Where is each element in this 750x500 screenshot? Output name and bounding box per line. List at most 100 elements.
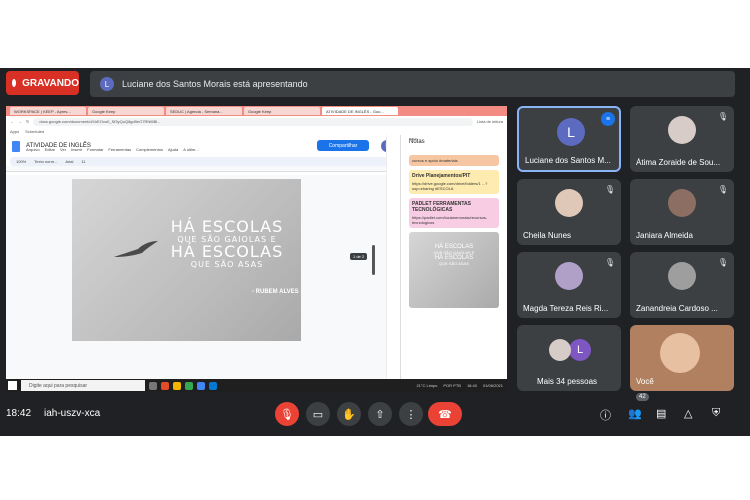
note-card[interactable]: cursos e apoio #materiais	[409, 155, 499, 166]
bookmarks-bar: Apps Scheduled	[6, 127, 507, 135]
windows-taskbar: Digite aqui para pesquisar 21°C Limpo PO…	[6, 379, 507, 392]
participant-tile[interactable]: 🎙 Átima Zoraide de Sou...	[630, 106, 734, 172]
recording-label: GRAVANDO	[22, 77, 79, 89]
back-icon[interactable]: ←	[10, 119, 14, 124]
browser-tab[interactable]: Google Keep	[244, 107, 320, 115]
avatar	[668, 189, 696, 217]
avatar	[555, 262, 583, 290]
quote-line: HÁ ESCOLAS	[170, 242, 284, 262]
presenter-avatar: L	[100, 77, 114, 91]
avatar	[549, 339, 571, 361]
quote-image: HÁ ESCOLAS QUE SÃO GAIOLAS E HÁ ESCOLAS …	[72, 179, 301, 341]
doc-toolbar: 100% Texto norm... Arial 11	[10, 157, 395, 166]
more-participants-tile[interactable]: L Mais 34 pessoas	[517, 325, 621, 391]
google-doc: ATIVIDADE DE INGLÊS Arquivo Editar Ver I…	[6, 135, 399, 379]
info-icon[interactable]: ⓘ	[600, 407, 611, 423]
menu-item[interactable]: Inserir	[71, 147, 82, 152]
participant-tile[interactable]: L ≡ Luciane dos Santos M...	[517, 106, 621, 172]
note-body: https://drive.google.com/drive/folders/1…	[412, 181, 488, 191]
mic-off-icon: 🎙	[604, 258, 615, 267]
self-tile[interactable]: Você	[630, 325, 734, 391]
participant-name: Você	[636, 377, 654, 386]
participant-name: Magda Tereza Reis Ri...	[523, 304, 609, 313]
host-controls-icon[interactable]: ⛨	[712, 407, 720, 420]
taskbar-search[interactable]: Digite aqui para pesquisar	[21, 380, 145, 391]
present-button[interactable]: ⇧	[368, 402, 392, 426]
presenting-banner: L Luciane dos Santos Morais está apresen…	[90, 71, 735, 97]
avatar	[668, 116, 696, 144]
chat-icon[interactable]: ▤	[656, 407, 666, 420]
quote-line: HÁ ESCOLAS	[170, 217, 284, 236]
browser-tab-active[interactable]: ATIVIDADE DE INGLÊS - Goo...	[322, 107, 398, 115]
raise-hand-button[interactable]: ✋	[337, 402, 361, 426]
participant-count-badge: 42	[636, 393, 649, 401]
participant-tile[interactable]: 🎙 Zanandreia Cardoso ...	[630, 252, 734, 318]
people-icon[interactable]: 👥	[628, 407, 642, 420]
tray-date: 01/06/2021	[482, 383, 503, 388]
menu-item[interactable]: Arquivo	[26, 147, 40, 152]
menu-item[interactable]: Editar	[45, 147, 55, 152]
menu-item[interactable]: Complementos	[136, 147, 163, 152]
menu-item[interactable]: Formatar	[87, 147, 103, 152]
reading-list[interactable]: Lista de leitura	[477, 119, 503, 124]
address-field[interactable]: docs.google.com/document/d/1hEOvu0_Sf3yQ…	[33, 117, 473, 126]
scrollbar[interactable]	[372, 245, 375, 275]
more-options-button[interactable]: ⋮	[399, 402, 423, 426]
participant-tile[interactable]: 🎙 Cheila Nunes	[517, 179, 621, 245]
font-select[interactable]: Arial	[65, 159, 73, 164]
avatar: L	[557, 118, 585, 146]
quote-line: QUE SÃO ASAS	[190, 259, 264, 269]
menu-item[interactable]: Ajuda	[168, 147, 178, 152]
thumb-line: QUE SÃO ASAS	[439, 260, 469, 266]
app-icon[interactable]	[161, 381, 169, 390]
keep-label: KEEP	[409, 137, 418, 141]
bookmark-apps[interactable]: Apps	[10, 129, 19, 134]
windows-start-icon[interactable]	[8, 381, 17, 390]
mic-toggle-button[interactable]: 🎙	[275, 402, 299, 426]
mic-off-icon: 🎙	[717, 258, 728, 267]
record-dot-icon	[12, 79, 17, 87]
chrome-icon[interactable]	[185, 381, 193, 390]
shared-screen: WORKSPACE | KEEP - Apres... Google Keep …	[6, 106, 507, 392]
recording-badge: GRAVANDO	[6, 71, 79, 95]
note-image-thumb[interactable]: HÁ ESCOLAS QUE SÃO GAIOLAS E HÁ ESCOLAS …	[409, 232, 499, 308]
size-select[interactable]: 11	[81, 159, 85, 164]
docs-icon[interactable]	[12, 140, 20, 152]
edge-icon[interactable]	[209, 381, 217, 390]
note-card[interactable]: PADLET FERRAMENTAS TECNOLÓGICAS https://…	[409, 198, 499, 228]
side-panel-icons	[386, 135, 399, 379]
doc-canvas[interactable]: HÁ ESCOLAS QUE SÃO GAIOLAS E HÁ ESCOLAS …	[6, 175, 386, 379]
participant-tile[interactable]: 🎙 Magda Tereza Reis Ri...	[517, 252, 621, 318]
activities-icon[interactable]: △	[684, 407, 692, 420]
style-select[interactable]: Texto norm...	[34, 159, 57, 164]
reload-icon[interactable]: ↻	[26, 119, 29, 124]
bookmark-scheduled[interactable]: Scheduled	[25, 129, 44, 134]
note-card[interactable]: Drive Planejamentos/PIT https://drive.go…	[409, 170, 499, 194]
zoom-select[interactable]: 100%	[16, 159, 26, 164]
menu-item[interactable]: A últim...	[183, 147, 198, 152]
menu-item[interactable]: Ver	[60, 147, 66, 152]
forward-icon[interactable]: →	[18, 119, 22, 124]
share-button[interactable]: Compartilhar	[317, 140, 369, 151]
top-bar: GRAVANDO L Luciane dos Santos Morais est…	[6, 71, 735, 97]
task-view-icon[interactable]	[149, 381, 157, 390]
presenting-text: Luciane dos Santos Morais está apresenta…	[122, 79, 308, 89]
camera-toggle-button[interactable]: ▭	[306, 402, 330, 426]
browser-tab[interactable]: Google Keep	[88, 107, 164, 115]
app-icon[interactable]	[197, 381, 205, 390]
participant-name: Átima Zoraide de Sou...	[636, 158, 721, 167]
participant-tile[interactable]: 🎙 Janiara Almeida	[630, 179, 734, 245]
participant-name: Zanandreia Cardoso ...	[636, 304, 718, 313]
note-title: Drive Planejamentos/PIT	[412, 173, 471, 179]
menu-item[interactable]: Ferramentas	[108, 147, 131, 152]
avatar	[555, 189, 583, 217]
browser-tab[interactable]: WORKSPACE | KEEP - Apres...	[10, 107, 86, 115]
browser-tab[interactable]: SEDUC | Agenda - Semana...	[166, 107, 242, 115]
self-video	[660, 333, 700, 373]
folder-icon[interactable]	[173, 381, 181, 390]
language: POR PTB	[443, 383, 461, 388]
meet-window: GRAVANDO L Luciane dos Santos Morais est…	[0, 68, 750, 436]
leave-call-button[interactable]: ☎	[428, 402, 462, 426]
browser-tabs: WORKSPACE | KEEP - Apres... Google Keep …	[6, 106, 507, 116]
participant-name: Mais 34 pessoas	[537, 377, 598, 386]
